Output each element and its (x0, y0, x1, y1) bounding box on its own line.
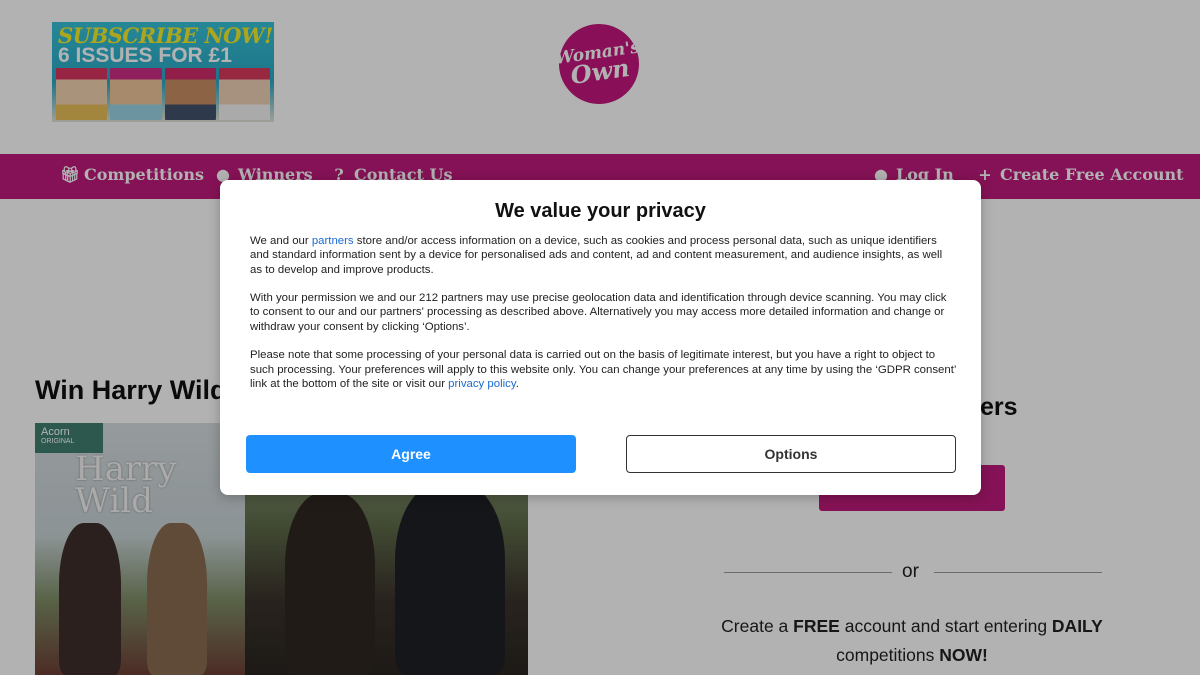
consent-text: . (515, 377, 519, 390)
consent-text: We and our (250, 235, 312, 247)
consent-text: store and/or access information on a dev… (250, 235, 943, 276)
consent-paragraph-1: We and our partners store and/or access … (250, 234, 956, 277)
dialog-body: We and our partners store and/or access … (250, 234, 956, 406)
options-button[interactable]: Options (626, 435, 956, 473)
partners-link[interactable]: partners (312, 235, 354, 247)
privacy-policy-link[interactable]: privacy policy (448, 378, 516, 390)
agree-button[interactable]: Agree (246, 435, 576, 473)
dialog-title: We value your privacy (495, 200, 706, 222)
consent-paragraph-2: With your permission we and our 212 part… (250, 292, 947, 333)
privacy-consent-dialog: We value your privacy We and our partner… (220, 180, 981, 495)
consent-paragraph-3: Please note that some processing of your… (250, 348, 956, 391)
consent-text: Please note that some processing of your… (250, 349, 956, 390)
